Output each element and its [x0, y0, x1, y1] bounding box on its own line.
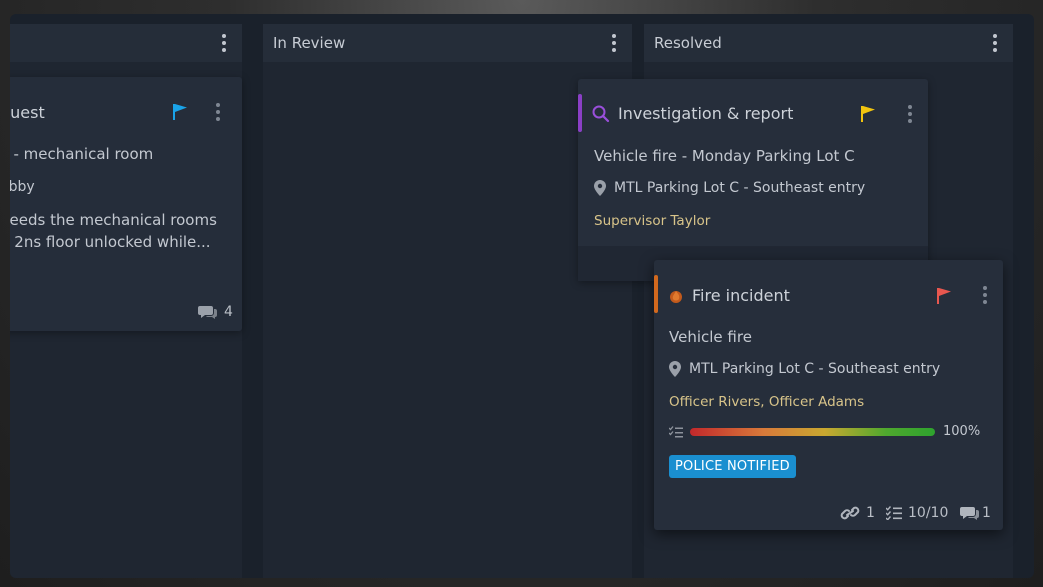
- card-subtitle: Vehicle fire - Monday Parking Lot C: [594, 147, 855, 165]
- flag-icon[interactable]: [860, 105, 876, 123]
- column-menu-icon[interactable]: [216, 33, 232, 53]
- flag-icon[interactable]: [172, 103, 188, 121]
- comment-icon: [960, 507, 979, 520]
- checklist-count[interactable]: 10/10: [886, 505, 948, 521]
- magnifier-icon: [592, 105, 610, 122]
- column-menu-icon[interactable]: [606, 33, 622, 53]
- card-description-line-2: d 2ns floor unlocked while...: [10, 233, 211, 251]
- flag-icon[interactable]: [936, 287, 952, 305]
- card-request[interactable]: quest k - mechanical room obby needs the…: [10, 77, 242, 331]
- column-title: In Review: [273, 34, 346, 52]
- column-header: Resolved: [644, 24, 1013, 62]
- comment-icon: [198, 306, 217, 319]
- status-badge: POLICE NOTIFIED: [669, 455, 796, 478]
- column-in-review: In Review: [263, 24, 632, 578]
- links-count[interactable]: 1: [840, 505, 875, 521]
- card-accent: [578, 94, 582, 132]
- column-header: In Review: [263, 24, 632, 62]
- location-pin-icon: [669, 361, 681, 377]
- column-header: [10, 24, 242, 62]
- card-title: Fire incident: [668, 286, 790, 305]
- card-title: Investigation & report: [592, 104, 793, 123]
- card-subtitle: k - mechanical room: [10, 145, 154, 163]
- progress-percent: 100%: [943, 424, 981, 439]
- card-location: MTL Parking Lot C - Southeast entry: [669, 361, 940, 377]
- checklist-icon: [669, 426, 683, 438]
- location-pin-icon: [594, 180, 606, 196]
- kanban-board: quest k - mechanical room obby needs the…: [10, 14, 1034, 578]
- card-description-line-1: needs the mechanical rooms: [10, 211, 217, 229]
- comments-count[interactable]: 4: [198, 304, 233, 320]
- card-accent: [654, 275, 658, 313]
- card-assignee: Officer Rivers, Officer Adams: [669, 394, 865, 410]
- column-title: Resolved: [654, 34, 722, 52]
- card-title: quest: [10, 103, 45, 122]
- fire-icon: [670, 290, 682, 303]
- card-fire-incident[interactable]: Fire incident Vehicle fire MTL Parking L…: [654, 260, 1003, 530]
- checklist-icon: [886, 506, 902, 520]
- card-investigation[interactable]: Investigation & report Vehicle fire - Mo…: [578, 79, 928, 281]
- column-menu-icon[interactable]: [987, 33, 1003, 53]
- card-location: MTL Parking Lot C - Southeast entry: [594, 180, 865, 196]
- comments-count[interactable]: 1: [960, 505, 991, 521]
- card-assignee: Supervisor Taylor: [594, 213, 711, 229]
- card-menu-icon[interactable]: [210, 102, 226, 122]
- card-menu-icon[interactable]: [977, 285, 993, 305]
- card-subtitle: Vehicle fire: [669, 328, 752, 346]
- card-location: obby: [10, 179, 35, 195]
- link-icon: [840, 506, 860, 520]
- card-menu-icon[interactable]: [902, 104, 918, 124]
- progress-bar: [690, 428, 935, 436]
